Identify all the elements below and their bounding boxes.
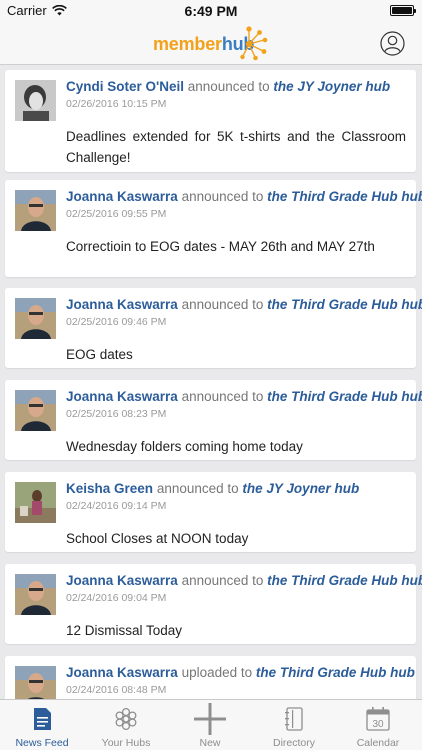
action-text: announced to [187,79,270,94]
battery-icon [390,5,416,16]
post-date: 02/25/2016 08:23 PM [66,408,167,420]
logo-text-member: member [153,34,222,54]
news-feed-icon [34,708,51,730]
avatar [15,574,56,615]
feed-card[interactable]: Cyndi Soter O'Neil announced to the JY J… [5,70,416,172]
post-text: Correctioin to EOG dates - MAY 26th and … [66,239,375,254]
action-text: announced to [156,481,239,496]
tab-directory[interactable]: Directory [252,700,336,750]
tab-label: Calendar [356,737,400,749]
feed-card[interactable]: Joanna Kaswarra uploaded to the Third Gr… [5,656,416,699]
action-text: uploaded to [181,665,253,680]
card-header: Joanna Kaswarra announced to the Third G… [66,389,422,404]
tab-bar: News Feed Your Hubs New Directory 30 Cal… [0,699,422,750]
post-text: Wednesday folders coming home today [66,439,303,454]
feed-card[interactable]: Joanna Kaswarra announced to the Third G… [5,180,422,277]
feed-card[interactable]: Keisha Green announced to the JY Joyner … [5,472,416,552]
tab-new[interactable]: New [168,700,252,750]
status-bar: Carrier 6:49 PM [0,0,422,22]
logo-burst-icon [240,26,268,61]
tab-label: Your Hubs [101,737,151,749]
avatar [15,80,56,121]
post-date: 02/25/2016 09:55 PM [66,208,167,220]
card-header: Joanna Kaswarra announced to the Third G… [66,573,422,588]
author-name[interactable]: Joanna Kaswarra [66,573,178,588]
action-text: announced to [181,189,264,204]
feed-card[interactable]: Joanna Kaswarra announced to the Third G… [5,288,422,368]
tab-label: News Feed [15,737,69,749]
avatar [15,190,56,231]
calendar-icon: 30 [366,707,390,731]
feed-card[interactable]: Joanna Kaswarra announced to the Third G… [5,564,422,644]
news-feed-list[interactable]: Cyndi Soter O'Neil announced to the JY J… [0,65,422,699]
post-date: 02/26/2016 10:15 PM [66,98,167,110]
hub-link[interactable]: the Third Grade Hub hub [256,665,415,680]
hub-link[interactable]: the Third Grade Hub hub [267,389,422,404]
post-date: 02/24/2016 09:04 PM [66,592,167,604]
card-header: Joanna Kaswarra announced to the Third G… [66,297,422,312]
status-time: 6:49 PM [184,3,238,19]
tab-your-hubs[interactable]: Your Hubs [84,700,168,750]
hub-link[interactable]: the Third Grade Hub hub [267,297,422,312]
author-name[interactable]: Keisha Green [66,481,153,496]
tab-label: Directory [272,737,315,749]
action-text: announced to [181,297,264,312]
avatar [15,298,56,339]
action-text: announced to [181,389,264,404]
hub-link[interactable]: the JY Joyner hub [242,481,359,496]
tab-label: New [199,737,221,749]
author-name[interactable]: Joanna Kaswarra [66,389,178,404]
post-text: Deadlines extended for 5K t-shirts and t… [66,129,406,165]
author-name[interactable]: Joanna Kaswarra [66,297,178,312]
card-header: Joanna Kaswarra uploaded to the Third Gr… [66,665,415,680]
card-header: Joanna Kaswarra announced to the Third G… [66,189,422,204]
tab-calendar[interactable]: 30 Calendar [336,700,420,750]
avatar [15,666,56,699]
card-header: Cyndi Soter O'Neil announced to the JY J… [66,79,408,94]
avatar [15,482,56,523]
author-name[interactable]: Joanna Kaswarra [66,189,178,204]
hub-link[interactable]: the JY Joyner hub [273,79,390,94]
nav-bar: memberhub [0,22,422,65]
post-text: 12 Dismissal Today [66,623,183,638]
post-date: 02/25/2016 09:46 PM [66,316,167,328]
card-header: Keisha Green announced to the JY Joyner … [66,481,408,496]
post-date: 02/24/2016 09:14 PM [66,500,167,512]
avatar [15,390,56,431]
author-name[interactable]: Cyndi Soter O'Neil [66,79,184,94]
hub-link[interactable]: the Third Grade Hub hub [267,573,422,588]
profile-icon[interactable] [380,31,405,56]
feed-card[interactable]: Joanna Kaswarra announced to the Third G… [5,380,422,460]
post-text: School Closes at NOON today [66,531,249,546]
hubs-icon [115,707,137,731]
memberhub-logo: memberhub [151,24,271,62]
author-name[interactable]: Joanna Kaswarra [66,665,178,680]
post-text: EOG dates [66,347,133,362]
hub-link[interactable]: the Third Grade Hub hub [267,189,422,204]
calendar-day-number: 30 [372,719,384,730]
plus-icon [194,703,226,735]
tab-news-feed[interactable]: News Feed [0,700,84,750]
post-date: 02/24/2016 08:48 PM [66,684,167,696]
action-text: announced to [181,573,264,588]
directory-icon [285,707,303,731]
